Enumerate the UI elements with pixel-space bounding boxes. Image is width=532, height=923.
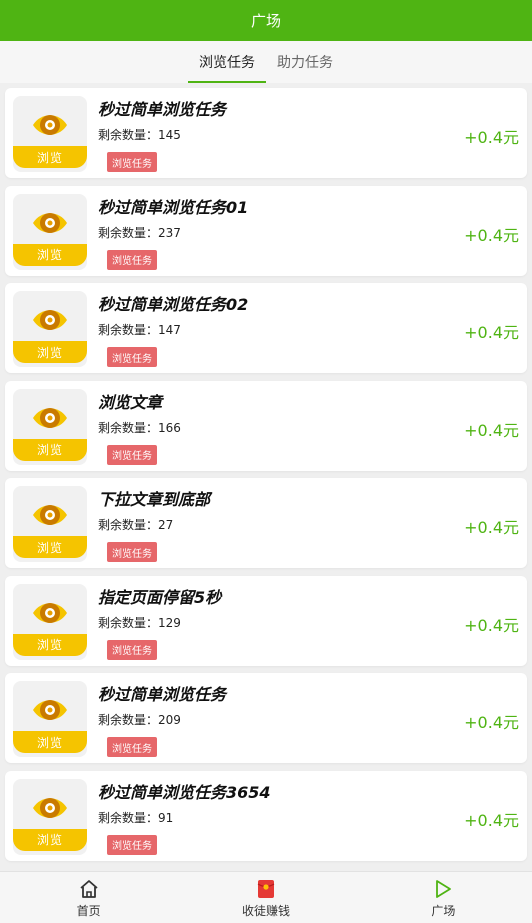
- task-card[interactable]: 浏览 秒过简单浏览任务 剩余数量：145 浏览任务 +0.4元: [5, 88, 527, 178]
- thumb-label: 浏览: [13, 243, 87, 266]
- eye-icon: [33, 212, 67, 233]
- task-card[interactable]: 浏览 秒过简单浏览任务 剩余数量：209 浏览任务 +0.4元: [5, 673, 527, 763]
- task-title: 秒过简单浏览任务: [98, 685, 227, 704]
- task-thumbnail: 浏览: [13, 96, 87, 172]
- task-title: 指定页面停留5秒: [98, 587, 222, 607]
- nav-home[interactable]: 首页: [0, 872, 177, 923]
- eye-icon: [33, 115, 67, 135]
- task-card[interactable]: 浏览 浏览文章 剩余数量：166 浏览任务 +0.4元: [5, 380, 527, 471]
- remaining-label: 剩余数量：: [98, 810, 159, 825]
- task-title: 秒过简单浏览任务: [98, 100, 227, 119]
- task-tag: 浏览任务: [107, 444, 157, 465]
- eye-icon: [33, 505, 67, 525]
- task-title: 浏览文章: [98, 392, 163, 412]
- task-tag: 浏览任务: [107, 639, 157, 660]
- task-remaining: 剩余数量：237: [98, 224, 181, 241]
- thumb-label: 浏览: [13, 146, 87, 168]
- nav-plaza[interactable]: 广场: [355, 872, 532, 923]
- remaining-count: 209: [158, 713, 181, 727]
- task-tag: 浏览任务: [107, 737, 157, 757]
- task-remaining: 剩余数量：209: [98, 711, 181, 728]
- task-reward: +0.4元: [464, 128, 519, 147]
- task-title: 秒过简单浏览任务3654: [98, 782, 271, 802]
- thumb-label: 浏览: [13, 341, 87, 363]
- remaining-count: 147: [158, 323, 181, 337]
- eye-icon: [33, 797, 67, 818]
- task-card[interactable]: 浏览 指定页面停留5秒 剩余数量：129 浏览任务 +0.4元: [5, 575, 527, 666]
- task-thumbnail: 浏览: [13, 583, 87, 660]
- task-card[interactable]: 浏览 秒过简单浏览任务02 剩余数量：147 浏览任务 +0.4元: [5, 283, 527, 373]
- remaining-label: 剩余数量：: [98, 713, 159, 727]
- task-thumbnail: 浏览: [13, 388, 87, 465]
- remaining-label: 剩余数量：: [98, 225, 159, 240]
- eye-icon: [33, 602, 67, 623]
- task-thumbnail: 浏览: [13, 778, 87, 855]
- task-card[interactable]: 浏览 秒过简单浏览任务3654 剩余数量：91 浏览任务 +0.4元: [5, 770, 527, 861]
- remaining-count: 166: [158, 420, 181, 435]
- task-reward: +0.4元: [464, 518, 519, 537]
- task-thumbnail: 浏览: [13, 193, 87, 270]
- task-tag: 浏览任务: [107, 152, 157, 172]
- nav-home-label: 首页: [76, 904, 101, 918]
- task-thumbnail: 浏览: [13, 291, 87, 367]
- remaining-label: 剩余数量：: [98, 128, 159, 142]
- task-card[interactable]: 浏览 下拉文章到底部 剩余数量：27 浏览任务 +0.4元: [5, 478, 527, 568]
- task-reward: +0.4元: [464, 420, 519, 440]
- tab-browse-tasks[interactable]: 浏览任务: [188, 41, 266, 83]
- task-remaining: 剩余数量：91: [98, 809, 173, 826]
- task-list[interactable]: 浏览 秒过简单浏览任务 剩余数量：145 浏览任务 +0.4元 浏览 秒过简单浏…: [0, 85, 532, 871]
- remaining-count: 91: [158, 810, 174, 825]
- eye-icon: [33, 407, 67, 428]
- task-title: 下拉文章到底部: [98, 490, 211, 509]
- thumb-label: 浏览: [13, 828, 87, 851]
- thumb-label: 浏览: [13, 536, 87, 558]
- remaining-label: 剩余数量：: [98, 323, 159, 337]
- thumb-label: 浏览: [13, 633, 87, 656]
- eye-icon: [33, 700, 67, 720]
- remaining-count: 237: [158, 225, 181, 240]
- remaining-count: 129: [158, 615, 181, 630]
- task-remaining: 剩余数量：145: [98, 126, 181, 143]
- thumb-label: 浏览: [13, 438, 87, 461]
- top-bar: 广场: [0, 0, 532, 41]
- task-tabs: 浏览任务 助力任务: [0, 41, 532, 83]
- remaining-count: 145: [158, 128, 181, 142]
- remaining-label: 剩余数量：: [98, 420, 159, 435]
- task-reward: +0.4元: [464, 615, 519, 635]
- task-reward: +0.4元: [464, 323, 519, 342]
- eye-icon: [33, 310, 67, 330]
- nav-invite[interactable]: 收徒赚钱: [177, 872, 354, 923]
- task-remaining: 剩余数量：166: [98, 419, 181, 436]
- bottom-nav: 首页 收徒赚钱 广场: [0, 871, 532, 923]
- task-reward: +0.4元: [464, 713, 519, 732]
- home-icon: [80, 880, 98, 898]
- task-tag: 浏览任务: [107, 347, 157, 367]
- task-remaining: 剩余数量：27: [98, 516, 173, 533]
- task-thumbnail: 浏览: [13, 681, 87, 757]
- task-tag: 浏览任务: [107, 542, 157, 562]
- thumb-label: 浏览: [13, 731, 87, 753]
- task-remaining: 剩余数量：129: [98, 614, 181, 631]
- task-thumbnail: 浏览: [13, 486, 87, 562]
- tab-assist-tasks[interactable]: 助力任务: [266, 41, 344, 83]
- task-tag: 浏览任务: [107, 249, 157, 270]
- task-remaining: 剩余数量：147: [98, 321, 181, 338]
- task-title: 秒过简单浏览任务01: [98, 197, 249, 217]
- page-title: 广场: [250, 12, 281, 30]
- task-reward: +0.4元: [464, 225, 519, 245]
- task-tag: 浏览任务: [107, 834, 157, 855]
- nav-invite-label: 收徒赚钱: [241, 904, 290, 918]
- remaining-label: 剩余数量：: [98, 615, 159, 630]
- task-reward: +0.4元: [464, 810, 519, 830]
- play-icon: [436, 880, 452, 898]
- task-card[interactable]: 浏览 秒过简单浏览任务01 剩余数量：237 浏览任务 +0.4元: [5, 185, 527, 276]
- task-title: 秒过简单浏览任务02: [98, 295, 249, 314]
- remaining-count: 27: [158, 518, 174, 532]
- remaining-label: 剩余数量：: [98, 518, 159, 532]
- red-envelope-icon: [257, 880, 275, 898]
- nav-plaza-label: 广场: [431, 904, 456, 918]
